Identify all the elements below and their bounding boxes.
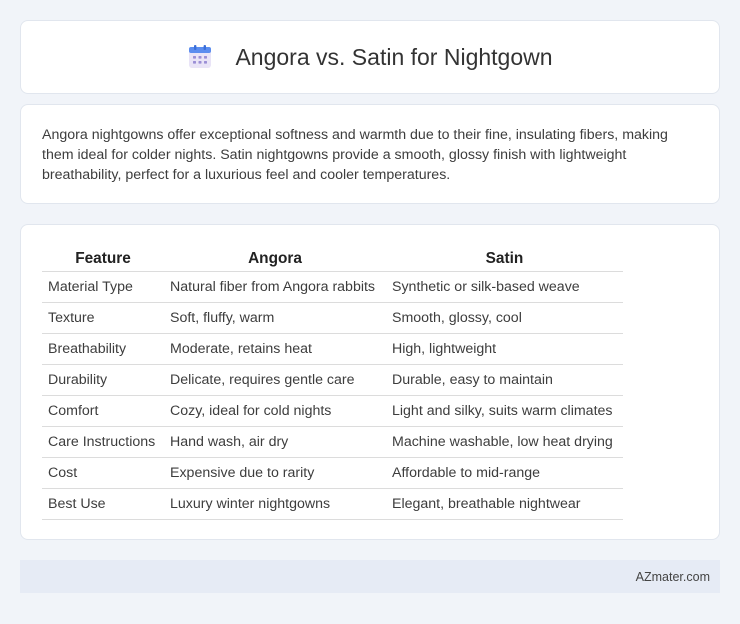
table-cell-feature: Texture — [42, 302, 164, 334]
table-cell-angora: Delicate, requires gentle care — [164, 364, 386, 396]
table-cell-feature: Comfort — [42, 395, 164, 427]
column-header-satin: Satin — [386, 245, 623, 272]
table-cell-feature: Durability — [42, 364, 164, 396]
table-row: Care Instructions Hand wash, air dry Mac… — [42, 426, 623, 458]
page-title: Angora vs. Satin for Nightgown — [235, 43, 553, 70]
table-cell-angora: Cozy, ideal for cold nights — [164, 395, 386, 427]
table-cell-angora: Luxury winter nightgowns — [164, 488, 386, 520]
table-cell-satin: Affordable to mid-range — [386, 457, 623, 489]
intro-card: Angora nightgowns offer exceptional soft… — [20, 104, 720, 204]
table-cell-feature: Cost — [42, 457, 164, 489]
table-cell-feature: Breathability — [42, 333, 164, 365]
table-header-row: Feature Angora Satin — [42, 245, 623, 272]
table-cell-feature: Material Type — [42, 271, 164, 303]
table-cell-angora: Soft, fluffy, warm — [164, 302, 386, 334]
column-header-feature: Feature — [42, 245, 164, 272]
table-cell-satin: Durable, easy to maintain — [386, 364, 623, 396]
comparison-table: Feature Angora Satin Material Type Natur… — [42, 245, 623, 520]
table-cell-angora: Natural fiber from Angora rabbits — [164, 271, 386, 303]
table-cell-angora: Hand wash, air dry — [164, 426, 386, 458]
table-row: Cost Expensive due to rarity Affordable … — [42, 457, 623, 489]
table-cell-feature: Best Use — [42, 488, 164, 520]
footer-site-link[interactable]: AZmater.com — [636, 570, 710, 584]
table-cell-angora: Moderate, retains heat — [164, 333, 386, 365]
table-row: Comfort Cozy, ideal for cold nights Ligh… — [42, 395, 623, 427]
table-cell-satin: Synthetic or silk-based weave — [386, 271, 623, 303]
calendar-icon — [187, 44, 213, 70]
table-row: Material Type Natural fiber from Angora … — [42, 271, 623, 303]
table-card: Feature Angora Satin Material Type Natur… — [20, 224, 720, 540]
title-wrap: Angora vs. Satin for Nightgown — [187, 43, 553, 71]
table-cell-satin: Smooth, glossy, cool — [386, 302, 623, 334]
table-cell-angora: Expensive due to rarity — [164, 457, 386, 489]
table-row: Texture Soft, fluffy, warm Smooth, gloss… — [42, 302, 623, 334]
column-header-angora: Angora — [164, 245, 386, 272]
table-row: Breathability Moderate, retains heat Hig… — [42, 333, 623, 365]
table-row: Durability Delicate, requires gentle car… — [42, 364, 623, 396]
intro-text: Angora nightgowns offer exceptional soft… — [42, 127, 668, 183]
title-card: Angora vs. Satin for Nightgown — [20, 20, 720, 94]
table-cell-satin: Light and silky, suits warm climates — [386, 395, 623, 427]
table-cell-satin: Machine washable, low heat drying — [386, 426, 623, 458]
table-row: Best Use Luxury winter nightgowns Elegan… — [42, 488, 623, 520]
table-cell-satin: Elegant, breathable nightwear — [386, 488, 623, 520]
table-cell-feature: Care Instructions — [42, 426, 164, 458]
footer: AZmater.com — [20, 560, 720, 593]
table-cell-satin: High, lightweight — [386, 333, 623, 365]
